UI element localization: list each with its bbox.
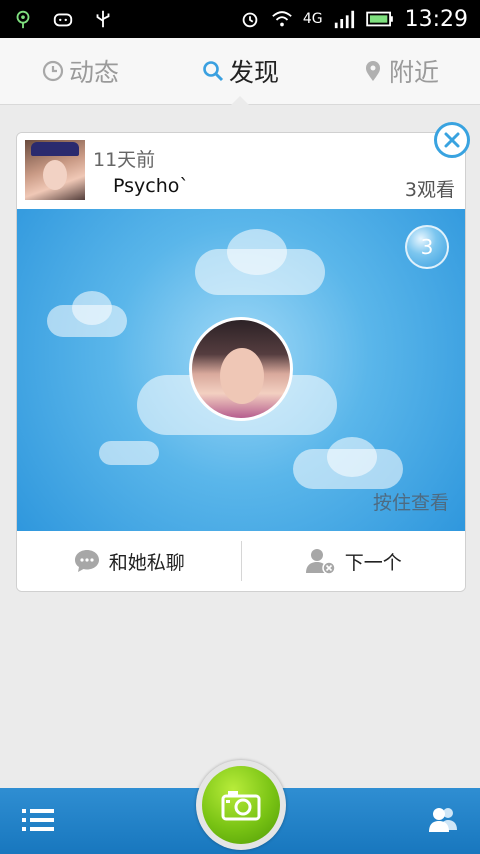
tab-label: 附近 bbox=[388, 58, 439, 87]
cloud bbox=[72, 291, 112, 325]
view-count-badge: 3 bbox=[405, 225, 449, 269]
discover-card: 11天前 Psycho` 3观看 3 按住查看 和她私聊 下一个 bbox=[16, 132, 466, 592]
tab-bar: 动态 发现 附近 bbox=[0, 38, 480, 105]
clock: 13:29 bbox=[404, 6, 468, 32]
avatar[interactable] bbox=[25, 140, 85, 200]
face bbox=[43, 160, 67, 190]
view-count: 3观看 bbox=[404, 179, 455, 201]
tab-label: 发现 bbox=[228, 58, 279, 87]
chat-button-label: 和她私聊 bbox=[108, 551, 185, 574]
tab-label: 动态 bbox=[68, 58, 119, 87]
signal-icon bbox=[334, 10, 354, 29]
hat-decoration bbox=[31, 142, 79, 156]
close-icon bbox=[444, 132, 460, 148]
usb-icon bbox=[96, 10, 110, 28]
time-ago: 11天前 bbox=[93, 149, 156, 171]
close-button[interactable] bbox=[434, 122, 470, 158]
photo-area[interactable]: 3 按住查看 bbox=[17, 209, 465, 531]
tab-nearby[interactable]: 附近 bbox=[320, 38, 480, 104]
camera-icon bbox=[221, 791, 261, 821]
camera-button[interactable] bbox=[196, 760, 286, 850]
menu-icon[interactable] bbox=[22, 806, 54, 834]
alarm-icon bbox=[242, 12, 258, 28]
chat-button[interactable]: 和她私聊 bbox=[17, 531, 241, 591]
camera-button-inner bbox=[202, 766, 280, 844]
card-header: 11天前 Psycho` 3观看 bbox=[17, 133, 465, 209]
next-button[interactable]: 下一个 bbox=[242, 531, 466, 591]
clock-icon bbox=[42, 60, 64, 82]
next-button-label: 下一个 bbox=[344, 551, 402, 574]
face bbox=[220, 348, 264, 404]
cloud bbox=[327, 437, 377, 477]
nickname[interactable]: Psycho` bbox=[113, 175, 189, 197]
cloud bbox=[99, 441, 159, 465]
wifi-icon bbox=[272, 11, 292, 27]
tab-discover[interactable]: 发现 bbox=[160, 38, 320, 105]
card-actions: 和她私聊 下一个 bbox=[17, 531, 465, 591]
battery-icon bbox=[365, 11, 393, 27]
search-icon bbox=[203, 61, 224, 82]
status-bar: 4G 13:29 bbox=[0, 0, 480, 38]
cloud bbox=[227, 229, 287, 275]
network-type: 4G bbox=[302, 11, 323, 27]
user-skip-icon bbox=[305, 549, 336, 575]
android-icon bbox=[53, 13, 73, 27]
location-icon bbox=[16, 10, 30, 29]
hold-to-view-label: 按住查看 bbox=[372, 492, 449, 514]
profile-photo[interactable] bbox=[189, 317, 293, 421]
tab-dynamics[interactable]: 动态 bbox=[0, 38, 160, 104]
location-pin-icon bbox=[365, 61, 380, 81]
friends-icon[interactable] bbox=[428, 804, 458, 834]
chat-bubble-icon bbox=[74, 550, 99, 572]
